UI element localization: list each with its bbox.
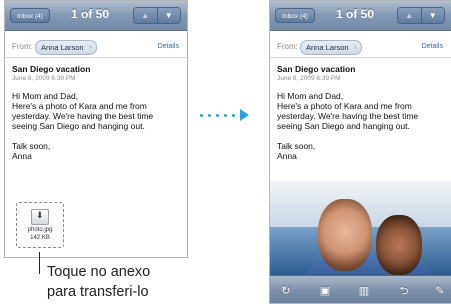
reply-icon[interactable]: ⮌ (396, 283, 412, 299)
download-icon (31, 209, 49, 225)
transition-arrow (200, 109, 249, 121)
sender-name: Anna Larson (41, 43, 84, 52)
body-gap (12, 131, 187, 141)
from-row: From: Anna Larson › Details (5, 39, 187, 58)
email-screen-left: Inbox (4) 1 of 50 ▲ ▼ From: Anna Larson … (4, 0, 188, 258)
message-date: June 8, 2009 6:39 PM (12, 75, 76, 82)
body-line: Here's a photo of Kara and me from (277, 101, 412, 111)
body-line: Here's a photo of Kara and me from (12, 101, 147, 111)
arrow-dot (232, 113, 235, 117)
body-line: yesterday. We're having the best time (277, 111, 419, 121)
previous-message-button[interactable]: ▲ (398, 8, 422, 23)
from-row: From: Anna Larson › Details (270, 39, 451, 58)
navigation-bar: Inbox (4) 1 of 50 ▲ ▼ (270, 1, 451, 31)
message-subject: San Diego vacation (277, 64, 356, 74)
attachment-filename: photo.jpg (27, 227, 53, 233)
arrow-dot (224, 113, 227, 117)
body-line: seeing San Diego and hanging out. (277, 121, 410, 131)
next-message-button[interactable]: ▼ (157, 8, 180, 23)
photo-person-2 (376, 215, 422, 275)
body-line: Hi Mom and Dad, (12, 91, 79, 101)
message-date: June 8, 2009 6:39 PM (277, 75, 341, 82)
callout-line (39, 252, 40, 274)
message-subject: San Diego vacation (12, 64, 91, 74)
from-label: From: (12, 42, 33, 51)
message-counter: 1 of 50 (71, 7, 110, 21)
callout-caption: Toque no anexo para transferi-lo (47, 262, 150, 302)
navigation-bar: Inbox (4) 1 of 50 ▲ ▼ (5, 1, 187, 31)
email-screen-right: Inbox (4) 1 of 50 ▲ ▼ From: Anna Larson … (269, 0, 451, 304)
chevron-right-icon: › (354, 44, 357, 51)
arrow-dot (208, 113, 211, 117)
previous-message-button[interactable]: ▲ (134, 8, 158, 23)
message-counter: 1 of 50 (336, 7, 375, 21)
message-body: Hi Mom and Dad, Here's a photo of Kara a… (12, 91, 187, 161)
next-message-button[interactable]: ▼ (421, 8, 444, 23)
body-line: Talk soon, (12, 141, 51, 151)
message-toolbar: ↻ ▣ ▥ ⮌ ✎ (270, 275, 451, 303)
attachment-placeholder[interactable]: photo.jpg 142 KB (16, 202, 64, 248)
arrow-head-icon (240, 109, 249, 121)
chevron-right-icon: › (89, 44, 92, 51)
body-line: Hi Mom and Dad, (277, 91, 344, 101)
inbox-back-button[interactable]: Inbox (4) (10, 8, 50, 23)
details-link[interactable]: Details (158, 43, 179, 50)
body-line: Anna (277, 151, 297, 161)
move-folder-icon[interactable]: ▣ (317, 283, 333, 299)
attachment-size: 142 KB (30, 235, 50, 241)
details-link[interactable]: Details (422, 43, 443, 50)
message-body: Hi Mom and Dad, Here's a photo of Kara a… (277, 91, 451, 161)
body-line: Anna (12, 151, 32, 161)
attached-photo[interactable] (270, 181, 451, 275)
sender-chip[interactable]: Anna Larson › (300, 40, 362, 55)
arrow-dot (216, 113, 219, 117)
photo-person-1 (318, 199, 372, 271)
caption-line-1: Toque no anexo (47, 264, 151, 280)
compose-icon[interactable]: ✎ (432, 283, 448, 299)
arrow-dot (200, 113, 203, 117)
caption-line-2: para transferi-lo (47, 284, 149, 300)
body-line: Talk soon, (277, 141, 316, 151)
from-label: From: (277, 42, 298, 51)
sender-name: Anna Larson (306, 43, 349, 52)
trash-icon[interactable]: ▥ (356, 283, 372, 299)
sender-chip[interactable]: Anna Larson › (35, 40, 97, 55)
message-nav-arrows: ▲ ▼ (397, 7, 445, 24)
body-line: seeing San Diego and hanging out. (12, 121, 145, 131)
inbox-back-button[interactable]: Inbox (4) (275, 8, 315, 23)
body-line: yesterday. We're having the best time (12, 111, 154, 121)
refresh-icon[interactable]: ↻ (278, 283, 294, 299)
message-nav-arrows: ▲ ▼ (133, 7, 181, 24)
body-gap (277, 131, 451, 141)
